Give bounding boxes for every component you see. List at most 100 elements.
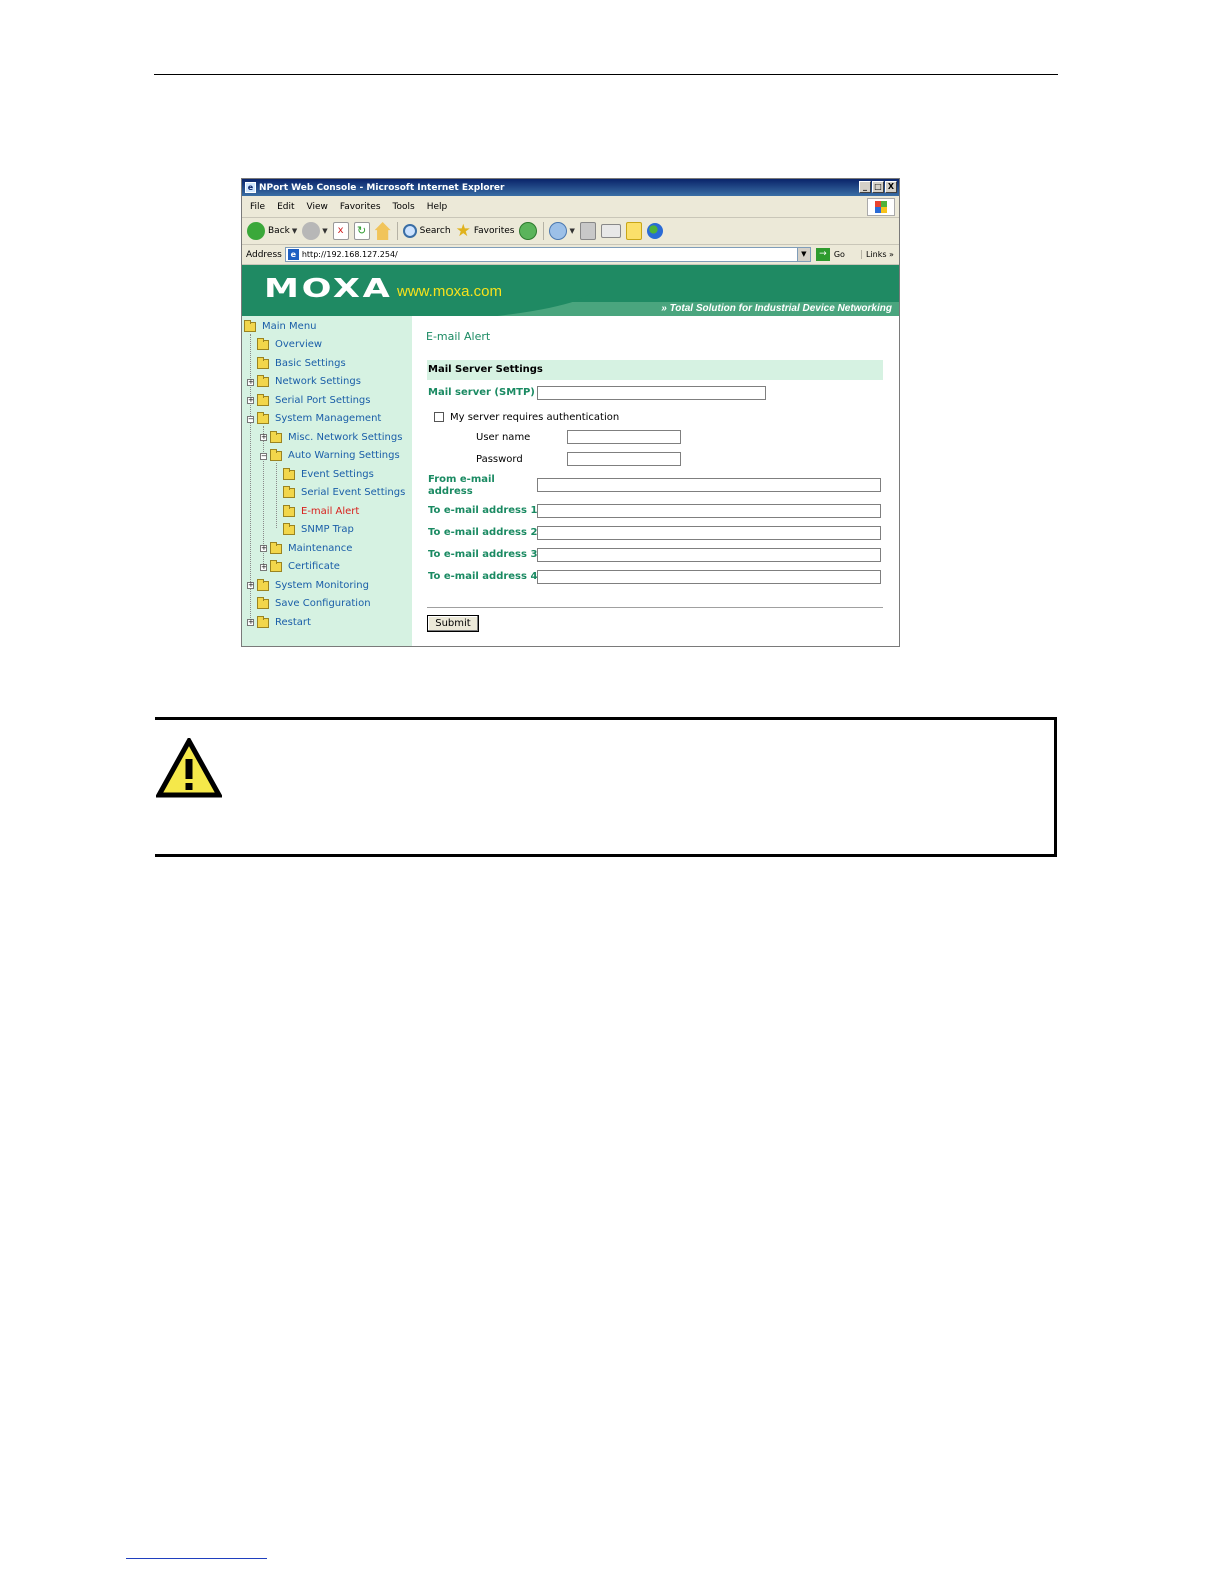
expand-icon[interactable]: + xyxy=(260,434,267,441)
sidebar-item-label: Restart xyxy=(275,617,311,628)
sidebar-item-label: Misc. Network Settings xyxy=(288,432,403,443)
menu-favorites[interactable]: Favorites xyxy=(340,202,381,212)
messenger-button[interactable] xyxy=(646,223,663,239)
sidebar-item-label: Certificate xyxy=(288,561,340,572)
home-button[interactable] xyxy=(374,222,391,240)
menu-edit[interactable]: Edit xyxy=(277,202,294,212)
collapse-icon[interactable]: − xyxy=(247,416,254,423)
browser-window: e NPort Web Console - Microsoft Internet… xyxy=(241,178,900,647)
email-alert-form: E-mail Alert Mail Server Settings Mail s… xyxy=(412,316,899,646)
sidebar-item-save-configuration[interactable]: Save Configuration xyxy=(257,596,371,609)
minimize-button[interactable]: _ xyxy=(859,181,871,193)
folder-icon xyxy=(257,615,269,628)
print-icon xyxy=(579,222,596,240)
from-email-label: From e-mail address xyxy=(428,474,495,498)
favorites-label: Favorites xyxy=(473,226,515,236)
folder-icon xyxy=(283,467,295,480)
to-email-4-input[interactable] xyxy=(537,570,881,584)
edit-button[interactable] xyxy=(600,224,621,238)
address-dropdown-icon[interactable]: ▼ xyxy=(796,248,810,261)
sidebar-item-serial-event-settings[interactable]: Serial Event Settings xyxy=(283,485,405,498)
folder-open-icon xyxy=(244,319,256,332)
browser-titlebar: e NPort Web Console - Microsoft Internet… xyxy=(242,179,899,196)
discuss-button[interactable] xyxy=(625,222,642,240)
folder-icon xyxy=(283,504,295,517)
forward-button[interactable]: ▼ xyxy=(302,222,328,240)
refresh-button[interactable]: ↻ xyxy=(353,222,370,240)
expand-icon[interactable]: + xyxy=(247,582,254,589)
favorites-button[interactable]: ★ Favorites xyxy=(456,222,515,240)
note-icon xyxy=(625,222,642,240)
to-email-1-label: To e-mail address 1 xyxy=(428,505,538,516)
sidebar-item-main-menu[interactable]: Main Menu xyxy=(244,319,317,332)
back-button[interactable]: Back ▼ xyxy=(247,222,297,240)
sidebar-item-snmp-trap[interactable]: SNMP Trap xyxy=(283,522,354,535)
from-email-input[interactable] xyxy=(537,478,881,492)
folder-icon xyxy=(257,578,269,591)
menu-view[interactable]: View xyxy=(307,202,328,212)
sidebar-item-system-management[interactable]: System Management xyxy=(257,411,381,424)
links-label: Links xyxy=(865,250,887,259)
auth-checkbox[interactable] xyxy=(434,412,444,422)
search-button[interactable]: Search xyxy=(402,224,451,238)
page-title: E-mail Alert xyxy=(426,330,491,343)
print-button[interactable] xyxy=(579,222,596,240)
sidebar-item-email-alert[interactable]: E-mail Alert xyxy=(283,504,359,517)
folder-icon xyxy=(270,541,282,554)
to-email-3-input[interactable] xyxy=(537,548,881,562)
expand-icon[interactable]: + xyxy=(247,397,254,404)
sidebar-item-misc-network-settings[interactable]: Misc. Network Settings xyxy=(270,430,403,443)
sidebar-item-label: Overview xyxy=(275,339,323,350)
messenger-icon xyxy=(646,223,663,239)
attention-box xyxy=(155,717,1057,857)
close-button[interactable]: X xyxy=(885,181,897,193)
sidebar-item-event-settings[interactable]: Event Settings xyxy=(283,467,374,480)
to-email-2-input[interactable] xyxy=(537,526,881,540)
folder-icon xyxy=(270,430,282,443)
maximize-button[interactable]: □ xyxy=(872,181,884,193)
address-value: http://192.168.127.254/ xyxy=(301,250,398,259)
expand-icon[interactable]: + xyxy=(247,619,254,626)
mail-server-input[interactable] xyxy=(537,386,766,400)
sidebar-item-network-settings[interactable]: Network Settings xyxy=(257,374,361,387)
address-input[interactable]: e http://192.168.127.254/ ▼ xyxy=(284,247,811,262)
sidebar-item-serial-port-settings[interactable]: Serial Port Settings xyxy=(257,393,371,406)
go-arrow-icon: → xyxy=(815,248,830,261)
edit-icon xyxy=(600,224,621,238)
to-email-2-label: To e-mail address 2 xyxy=(428,527,538,538)
sidebar-item-label: Maintenance xyxy=(288,543,353,554)
go-button[interactable]: → Go xyxy=(815,248,845,261)
folder-icon xyxy=(257,356,269,369)
sidebar-item-maintenance[interactable]: Maintenance xyxy=(270,541,353,554)
menu-tools[interactable]: Tools xyxy=(393,202,415,212)
expand-icon[interactable]: + xyxy=(260,545,267,552)
password-input[interactable] xyxy=(567,452,681,466)
stop-button[interactable]: x xyxy=(332,222,349,240)
username-input[interactable] xyxy=(567,430,681,444)
to-email-1-input[interactable] xyxy=(537,504,881,518)
folder-icon xyxy=(257,596,269,609)
moxa-logo: MOXA xyxy=(264,274,393,304)
history-button[interactable] xyxy=(519,222,538,240)
sidebar-item-restart[interactable]: Restart xyxy=(257,615,311,628)
submit-button[interactable]: Submit xyxy=(427,615,479,632)
expand-icon[interactable]: + xyxy=(260,564,267,571)
sidebar-item-overview[interactable]: Overview xyxy=(257,337,323,350)
menu-file[interactable]: File xyxy=(250,202,265,212)
links-button[interactable]: Links » xyxy=(860,250,894,259)
sidebar-item-label: Event Settings xyxy=(301,469,374,480)
moxa-url[interactable]: www.moxa.com xyxy=(397,283,502,300)
go-label: Go xyxy=(833,250,845,259)
folder-icon xyxy=(283,522,295,535)
sidebar-item-certificate[interactable]: Certificate xyxy=(270,559,340,572)
expand-icon[interactable]: + xyxy=(247,379,254,386)
collapse-icon[interactable]: − xyxy=(260,453,267,460)
page-top-rule xyxy=(154,74,1058,75)
mail-button[interactable]: ▼ xyxy=(549,222,575,240)
sidebar-item-auto-warning-settings[interactable]: Auto Warning Settings xyxy=(270,448,400,461)
home-icon xyxy=(374,222,391,240)
banner-tagline: » Total Solution for Industrial Device N… xyxy=(661,303,892,314)
menu-help[interactable]: Help xyxy=(427,202,448,212)
sidebar-item-basic-settings[interactable]: Basic Settings xyxy=(257,356,346,369)
sidebar-item-system-monitoring[interactable]: System Monitoring xyxy=(257,578,369,591)
